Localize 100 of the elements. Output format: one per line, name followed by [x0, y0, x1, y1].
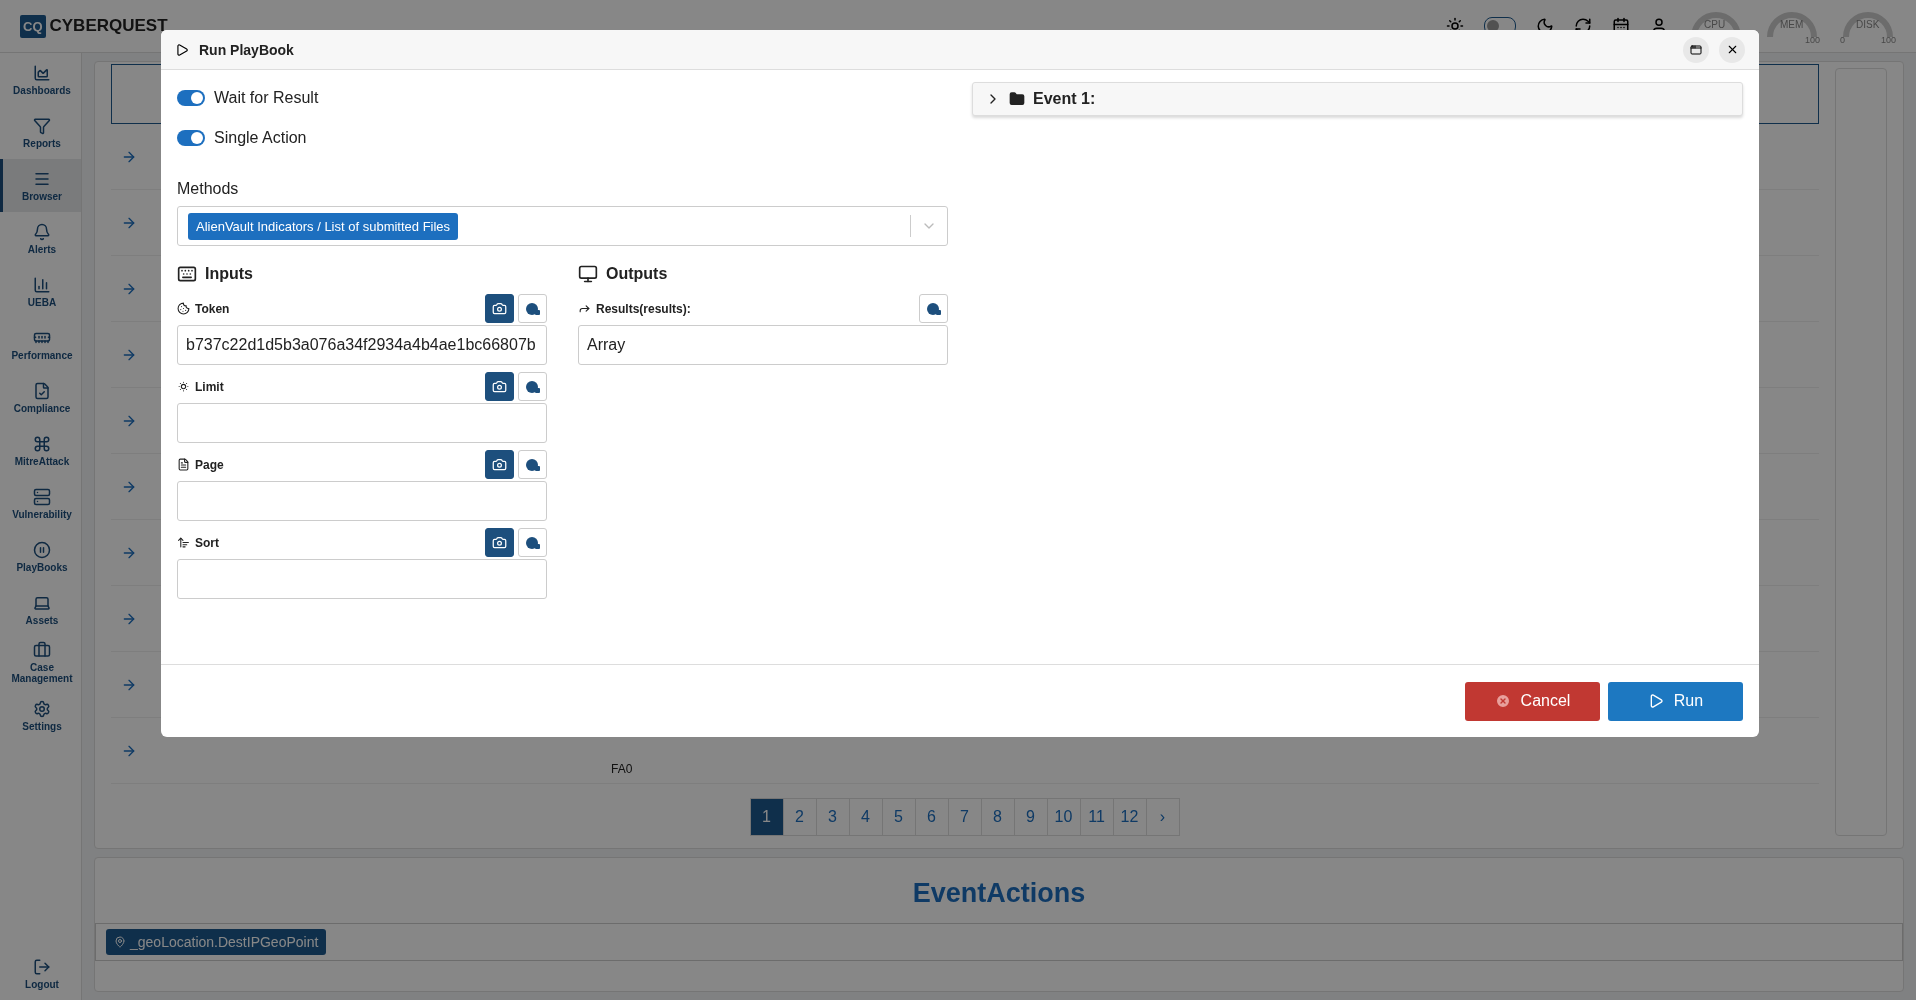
sidebar-item[interactable]: Vulnerability [0, 477, 81, 530]
monitor-icon [578, 264, 598, 284]
camera-button[interactable] [485, 450, 514, 479]
sidebar-item[interactable]: UEBA [0, 265, 81, 318]
input-field[interactable] [177, 481, 547, 521]
page-button[interactable]: 1 [749, 798, 784, 836]
page-button[interactable]: 6 [914, 798, 949, 836]
sidebar-item[interactable]: Settings [0, 689, 81, 742]
section-title: Inputs [205, 265, 253, 283]
play-icon [175, 42, 189, 57]
sidebar-icon [33, 641, 51, 659]
variable-button[interactable] [518, 294, 547, 323]
field-label: Results(results): [578, 301, 915, 316]
pin-icon [114, 936, 126, 948]
close-circle-icon [1494, 693, 1511, 709]
sidebar-item[interactable]: Dashboards [0, 53, 81, 106]
page-button[interactable]: 4 [848, 798, 883, 836]
logout-icon [33, 957, 51, 976]
sidebar-item[interactable]: MitreAttack [0, 424, 81, 477]
gauge-drawing [1764, 9, 1820, 39]
next-page-button[interactable]: › [1145, 798, 1180, 836]
sidebar-item[interactable]: Performance [0, 318, 81, 371]
toggle-switch[interactable] [177, 90, 205, 106]
gauge-label: CPU [1704, 19, 1726, 30]
field-icon [177, 302, 190, 315]
toggle-switch[interactable] [177, 130, 205, 146]
method-chip: AlienVault Indicators / List of submitted Files [188, 212, 459, 240]
input-field[interactable] [177, 559, 547, 599]
page-button[interactable]: 5 [881, 798, 916, 836]
logo-text: CYBERQUEST [49, 16, 168, 36]
sidebar-icon [33, 63, 51, 82]
sidebar-item[interactable]: Case Management [0, 636, 81, 689]
maximize-button[interactable] [1683, 36, 1709, 63]
cancel-button[interactable]: Cancel [1465, 681, 1600, 721]
sidebar-item[interactable]: Alerts [0, 212, 81, 265]
camera-button[interactable] [485, 528, 514, 557]
sidebar-item[interactable]: Compliance [0, 371, 81, 424]
table-cell: FA0 [611, 762, 633, 776]
camera-icon [492, 379, 507, 394]
page-button[interactable]: 2 [782, 798, 817, 836]
sidebar-icon [33, 487, 51, 506]
circle-icon [524, 457, 541, 472]
gauge-label: DISK [1856, 19, 1880, 30]
page-button[interactable]: 7 [947, 798, 982, 836]
field-label: Sort [177, 535, 481, 550]
folder-icon [1009, 91, 1025, 107]
field-chip: _geoLocation.DestIPGeoPoint [106, 929, 327, 955]
page-button[interactable]: 8 [980, 798, 1015, 836]
camera-icon [492, 301, 507, 316]
field-icon [177, 536, 190, 549]
field-label: Limit [177, 379, 481, 394]
camera-icon [492, 457, 507, 472]
camera-icon [492, 535, 507, 550]
sidebar-icon [33, 699, 51, 718]
sidebar-item[interactable]: Assets [0, 583, 81, 636]
sidebar-icon [33, 116, 51, 135]
logo-mark: CQ [20, 14, 46, 38]
keyboard-icon [177, 264, 197, 284]
variable-button[interactable] [518, 528, 547, 557]
input-field[interactable]: Array [578, 325, 948, 365]
page-button[interactable]: 12 [1112, 798, 1147, 836]
forward-icon [578, 302, 591, 315]
gauge-label: MEM [1780, 19, 1804, 30]
page-button[interactable]: 9 [1013, 798, 1048, 836]
circle-icon [524, 535, 541, 550]
maximize-icon [1690, 43, 1702, 56]
close-button[interactable] [1719, 36, 1745, 63]
gauge-drawing [1840, 9, 1896, 39]
sidebar-item[interactable]: Reports [0, 106, 81, 159]
page-button[interactable]: 10 [1046, 798, 1081, 836]
input-field[interactable]: b737c22d1d5b3a076a34f2934a4b4ae1bc66807b [177, 325, 547, 365]
sidebar-item[interactable]: Browser [0, 159, 81, 212]
variable-button[interactable] [919, 294, 948, 323]
circle-icon [524, 379, 541, 394]
run-button[interactable]: Run [1608, 681, 1743, 721]
page-button[interactable]: 11 [1079, 798, 1114, 836]
field-label: Token [177, 301, 481, 316]
circle-icon [524, 301, 541, 316]
variable-button[interactable] [518, 372, 547, 401]
field-icon [177, 380, 190, 393]
sidebar-item[interactable]: PlayBooks [0, 530, 81, 583]
toggle-label[interactable]: Wait for Result [177, 78, 948, 118]
field-label: Page [177, 457, 481, 472]
camera-button[interactable] [485, 294, 514, 323]
toggle-label[interactable]: Single Action [177, 118, 948, 158]
event-header[interactable]: Event 1: [972, 82, 1743, 116]
field-select[interactable]: _geoLocation.DestIPGeoPoint [95, 923, 1903, 961]
camera-button[interactable] [485, 372, 514, 401]
page-button[interactable]: 3 [815, 798, 850, 836]
sidebar-icon [33, 275, 51, 294]
sidebar-icon [33, 540, 51, 559]
section-title: EventActions [911, 878, 1087, 909]
methods-select[interactable]: AlienVault Indicators / List of submitted Files [177, 206, 948, 246]
field-icon [177, 458, 190, 471]
circle-icon [925, 301, 942, 316]
variable-button[interactable] [518, 450, 547, 479]
sidebar-icon [33, 222, 51, 241]
input-field[interactable] [177, 403, 547, 443]
logout-item[interactable]: Logout [0, 947, 81, 1000]
sidebar-icon [33, 434, 51, 453]
